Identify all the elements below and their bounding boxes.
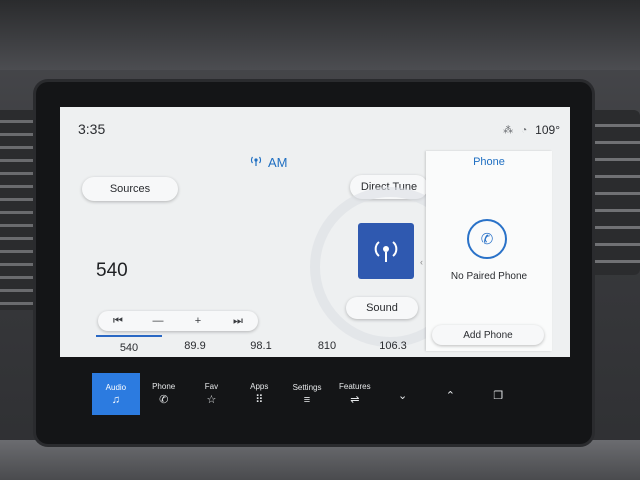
add-phone-button[interactable]: Add Phone [432, 325, 544, 345]
left-air-vent [0, 110, 34, 310]
nav-phone[interactable]: Phone ✆ [140, 373, 188, 415]
star-icon: ☆ [206, 394, 217, 406]
apps-grid-icon: ⠿ [255, 394, 264, 406]
nav-fav[interactable]: Fav ☆ [188, 373, 236, 415]
sound-button[interactable]: Sound [346, 297, 418, 319]
temperature: 109° [535, 123, 560, 137]
right-air-vent [588, 110, 640, 275]
preset-bar: 540 89.9 98.1 810 106.3 [96, 335, 426, 357]
panel-collapse-icon[interactable]: ‹ [420, 257, 423, 267]
tuning-controls: ⏮ — + ⏭ [98, 311, 258, 331]
nav-collapse[interactable]: ⌄ [379, 373, 427, 415]
wifi-icon: ◔ [521, 124, 528, 136]
nav-audio[interactable]: Audio ♫ [92, 373, 140, 415]
preset-4[interactable]: 810 [294, 335, 360, 357]
status-area: ⁂ ◔ 109° [503, 123, 560, 137]
sources-button[interactable]: Sources [82, 177, 178, 201]
nav-windows[interactable]: ❐ [474, 373, 522, 415]
nav-expand[interactable]: ⌃ [426, 373, 474, 415]
phone-handset-icon: ✆ [159, 394, 169, 406]
broadcast-icon [374, 241, 398, 262]
preset-2[interactable]: 89.9 [162, 335, 228, 357]
nav-audio-label: Audio [105, 382, 127, 392]
car-features-icon: ⇌ [350, 394, 360, 406]
settings-icon: ≡ [303, 393, 311, 406]
window-stack-icon: ❐ [493, 389, 504, 402]
clock: 3:35 [78, 121, 106, 137]
nav-features[interactable]: Features ⇌ [331, 373, 379, 415]
nav-fav-label: Fav [204, 382, 219, 391]
antenna-icon [250, 155, 262, 170]
band-indicator: AM [250, 155, 288, 170]
infotainment-screen: 3:35 ⁂ ◔ 109° AM Sources Direct Tune ‹ 5… [60, 107, 570, 357]
band-label: AM [268, 155, 288, 170]
bottom-nav-bar: Audio ♫ Phone ✆ Fav ☆ Apps ⠿ Settings ≡ … [92, 373, 522, 415]
music-note-icon: ♫ [111, 393, 121, 406]
nav-phone-label: Phone [152, 382, 176, 391]
preset-5[interactable]: 106.3 [360, 335, 426, 357]
chevron-down-icon: ⌄ [397, 389, 408, 402]
nav-settings[interactable]: Settings ≡ [283, 373, 331, 415]
seek-forward-button[interactable]: ⏭ [218, 311, 258, 331]
preset-3[interactable]: 98.1 [228, 335, 294, 357]
seek-back-button[interactable]: ⏮ [98, 311, 138, 331]
nav-apps[interactable]: Apps ⠿ [235, 373, 283, 415]
phone-panel: Phone ✆ No Paired Phone Add Phone [426, 151, 552, 351]
phone-icon[interactable]: ✆ [467, 219, 507, 259]
tune-up-button[interactable]: + [178, 311, 218, 331]
nav-features-label: Features [339, 382, 371, 391]
nav-settings-label: Settings [292, 382, 322, 392]
dashboard-bottom [0, 440, 640, 480]
phone-signal-icon: ⁂ [503, 124, 514, 136]
phone-panel-title: Phone [473, 156, 505, 168]
tune-down-button[interactable]: — [138, 311, 178, 331]
preset-1[interactable]: 540 [96, 335, 162, 357]
station-artwork [358, 223, 414, 279]
current-frequency: 540 [96, 260, 128, 281]
nav-apps-label: Apps [250, 382, 269, 391]
no-paired-phone-text: No Paired Phone [450, 271, 528, 282]
dashboard-top [0, 0, 640, 70]
chevron-up-icon: ⌃ [445, 389, 455, 402]
